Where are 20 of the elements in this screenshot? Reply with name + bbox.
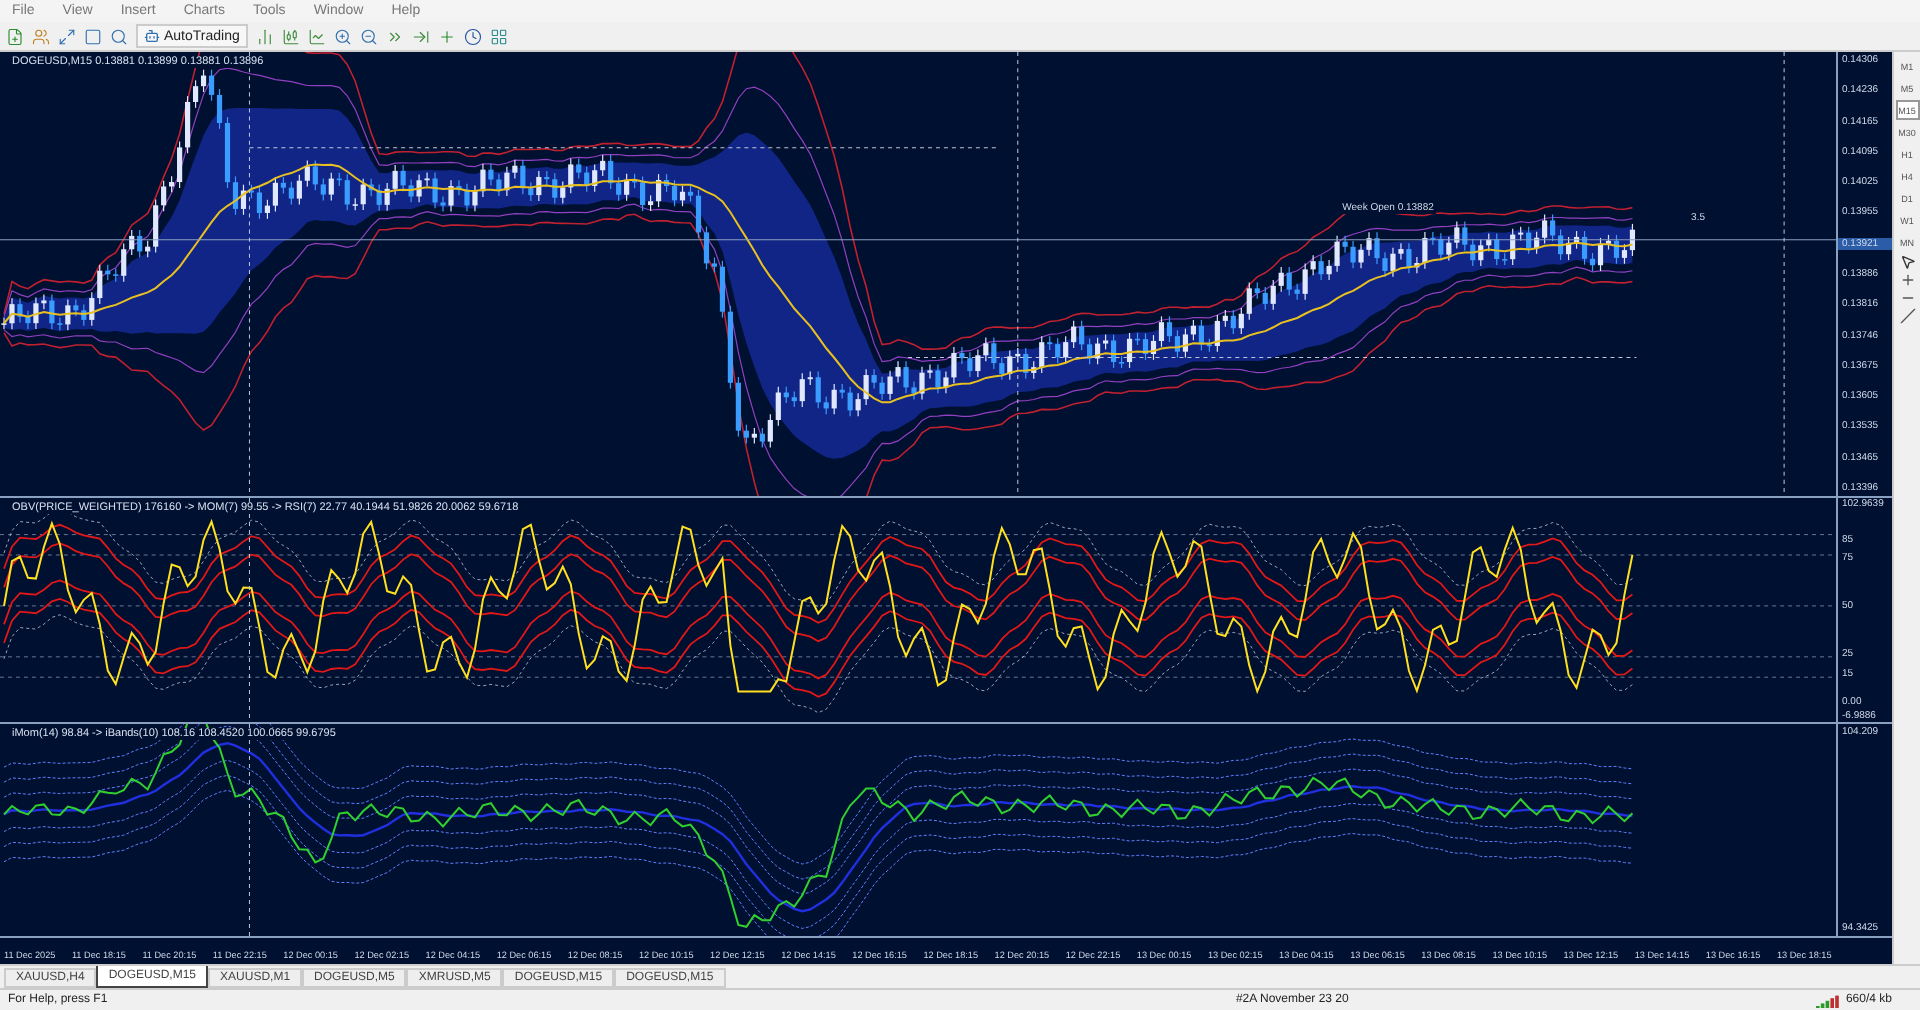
search-icon[interactable] <box>110 27 128 45</box>
new-chart-icon[interactable] <box>6 27 24 45</box>
crosshair-icon[interactable] <box>1899 272 1915 288</box>
window-icon[interactable] <box>58 27 76 45</box>
users-icon[interactable] <box>32 27 50 45</box>
add-indicator-icon[interactable] <box>437 27 456 45</box>
grid-icon[interactable] <box>489 27 508 45</box>
trendline-icon[interactable] <box>1899 308 1915 324</box>
connection-bars-icon <box>1815 993 1840 1007</box>
line-chart-icon[interactable] <box>307 27 326 45</box>
cursor-icon[interactable] <box>1899 254 1915 270</box>
square-icon[interactable] <box>84 27 102 45</box>
clock-icon[interactable] <box>463 27 482 45</box>
candlestick-icon[interactable] <box>281 27 300 45</box>
scroll-icon[interactable] <box>385 27 404 45</box>
robot-icon <box>144 28 160 44</box>
zoom-out-icon[interactable] <box>359 27 378 45</box>
zoom-in-icon[interactable] <box>333 27 352 45</box>
shift-icon[interactable] <box>411 27 430 45</box>
bar-chart-icon[interactable] <box>255 27 274 45</box>
